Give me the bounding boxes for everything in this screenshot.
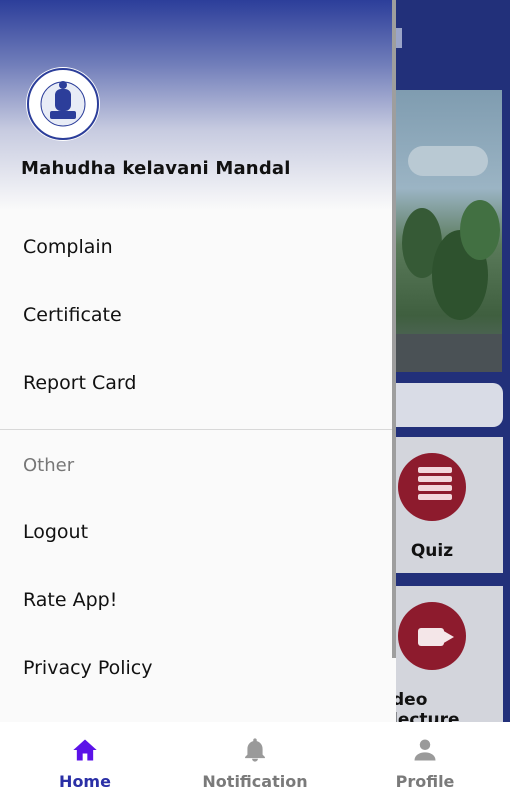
appbar-title-fragment: [396, 28, 402, 48]
menu-item-label: Report Card: [23, 372, 137, 394]
road-shape: [396, 334, 502, 372]
nav-notification[interactable]: Notification: [170, 722, 340, 800]
menu-item-label: Logout: [23, 521, 89, 543]
video-lecture-card[interactable]: deo lecture: [392, 586, 503, 730]
menu-item-label: Privacy Policy: [23, 657, 153, 679]
home-icon: [73, 739, 97, 761]
menu-item-complain[interactable]: Complain: [0, 222, 396, 274]
nav-profile[interactable]: Profile: [340, 722, 510, 800]
quiz-card-label: Quiz: [410, 541, 454, 561]
tree-shape: [460, 200, 500, 260]
nav-home-label: Home: [59, 772, 111, 791]
banner-image[interactable]: [396, 90, 502, 372]
nav-home[interactable]: Home: [0, 722, 170, 800]
section-header-other: Other: [23, 455, 75, 476]
bell-icon: [245, 738, 265, 762]
video-camera-icon: [398, 602, 466, 670]
menu-item-certificate[interactable]: Certificate: [0, 290, 396, 342]
organization-logo: [26, 67, 100, 141]
menu-divider: [0, 429, 396, 430]
bottom-navigation: Home Notification Profile: [0, 722, 510, 800]
navigation-drawer: Mahudha kelavani Mandal Complain Certifi…: [0, 0, 396, 722]
menu-item-label: Complain: [23, 236, 113, 258]
menu-item-rate-app[interactable]: Rate App!: [0, 575, 396, 627]
menu-item-report-card[interactable]: Report Card: [0, 358, 396, 410]
menu-item-logout[interactable]: Logout: [0, 507, 396, 559]
person-icon: [414, 739, 436, 761]
quiz-card[interactable]: Quiz: [396, 437, 503, 573]
drawer-scrollbar[interactable]: [392, 0, 396, 658]
menu-item-label: Certificate: [23, 304, 122, 326]
menu-item-label: Rate App!: [23, 589, 118, 611]
cloud-shape: [408, 146, 488, 176]
drawer-header: Mahudha kelavani Mandal: [0, 0, 396, 210]
organization-name: Mahudha kelavani Mandal: [21, 158, 291, 179]
quiz-icon: [398, 453, 466, 521]
menu-item-privacy-policy[interactable]: Privacy Policy: [0, 643, 396, 695]
search-bar[interactable]: [396, 383, 503, 427]
nav-profile-label: Profile: [395, 772, 455, 791]
nav-notification-label: Notification: [202, 772, 308, 791]
